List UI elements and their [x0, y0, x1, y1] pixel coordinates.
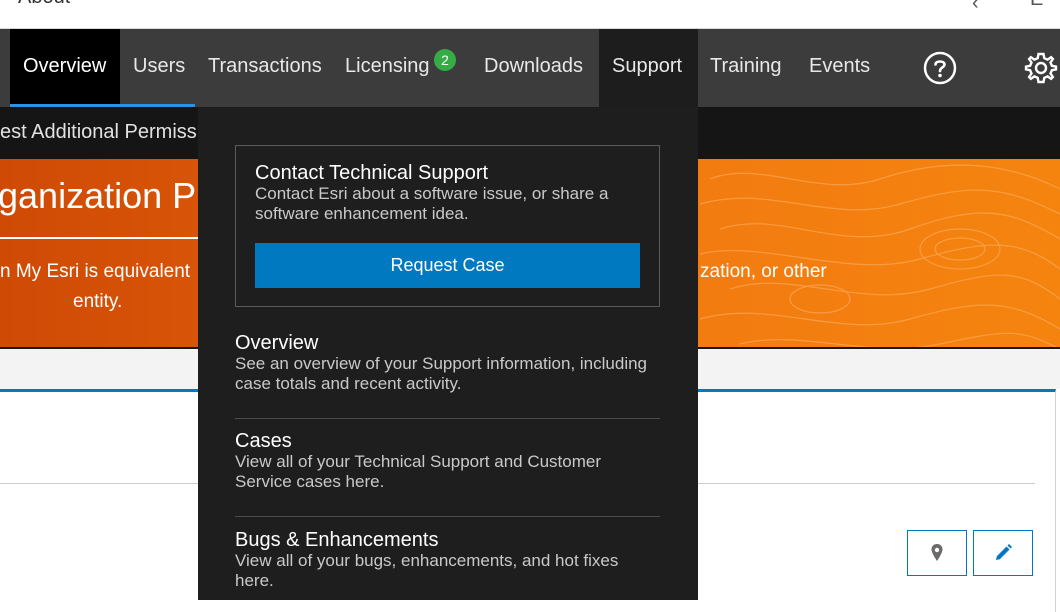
nav-tab-transactions[interactable]: Transactions: [208, 29, 322, 107]
request-case-button[interactable]: Request Case: [255, 243, 640, 288]
nav-tab-overview[interactable]: Overview: [10, 29, 120, 107]
nav-tab-users[interactable]: Users: [133, 29, 185, 107]
support-dropdown-menu: Contact Technical Support Contact Esri a…: [198, 107, 698, 600]
menu-item-description: View all of your Technical Support and C…: [235, 452, 602, 491]
support-menu-item-cases[interactable]: Cases View all of your Technical Support…: [235, 430, 660, 492]
banner-rule: [0, 237, 200, 239]
about-link[interactable]: About: [18, 0, 70, 9]
menu-item-title: Cases: [235, 430, 292, 452]
chevron-left-icon[interactable]: ‹: [972, 0, 979, 15]
nav-tab-licensing[interactable]: Licensing 2: [345, 29, 460, 107]
main-nav: Overview Users Transactions Licensing 2 …: [0, 29, 1060, 107]
contact-support-panel: Contact Technical Support Contact Esri a…: [235, 145, 660, 307]
nav-tab-label: Overview: [23, 55, 107, 77]
licensing-count-badge: 2: [434, 49, 456, 71]
menu-separator: [235, 516, 660, 517]
contact-support-description: Contact Esri about a software issue, or …: [255, 184, 609, 223]
nav-tab-support[interactable]: Support: [599, 29, 698, 107]
menu-item-title: Bugs & Enhancements: [235, 529, 439, 551]
support-menu-item-bugs-enhancements[interactable]: Bugs & Enhancements View all of your bug…: [235, 529, 660, 591]
nav-tab-label: Users: [133, 55, 186, 77]
nav-tab-training[interactable]: Training: [710, 29, 782, 107]
nav-tab-label: Training: [710, 55, 782, 77]
pencil-icon: [996, 544, 1012, 560]
language-selector[interactable]: E: [1030, 0, 1043, 11]
menu-item-description: See an overview of your Support informat…: [235, 354, 648, 393]
support-menu-item-overview[interactable]: Overview See an overview of your Support…: [235, 332, 660, 394]
banner-title: ganization Pro: [0, 175, 229, 216]
banner-description-right: zation, or other: [700, 261, 827, 282]
nav-tab-label: Support: [612, 55, 683, 77]
topographic-pattern: [700, 164, 1060, 347]
location-button[interactable]: [907, 530, 967, 576]
edit-button[interactable]: [973, 530, 1033, 576]
help-icon[interactable]: [923, 51, 957, 85]
banner-description-continued: entity.: [73, 291, 123, 312]
menu-item-title: Overview: [235, 332, 319, 354]
nav-tab-downloads[interactable]: Downloads: [484, 29, 583, 107]
nav-tab-events[interactable]: Events: [809, 29, 870, 107]
menu-separator: [235, 418, 660, 419]
gear-icon[interactable]: [1024, 51, 1058, 85]
contact-support-title: Contact Technical Support: [255, 162, 489, 184]
top-strip: About ‹ E: [0, 0, 1060, 29]
nav-tab-label: Events: [809, 55, 871, 77]
location-pin-icon: [931, 544, 943, 561]
nav-tab-label: Downloads: [484, 55, 583, 77]
nav-tab-label: Licensing: [345, 55, 430, 77]
nav-tab-label: Transactions: [208, 55, 322, 77]
banner-description: n My Esri is equivalent: [0, 261, 191, 282]
menu-item-description: View all of your bugs, enhancements, and…: [235, 551, 619, 590]
request-permissions-link[interactable]: est Additional Permiss: [0, 121, 197, 144]
